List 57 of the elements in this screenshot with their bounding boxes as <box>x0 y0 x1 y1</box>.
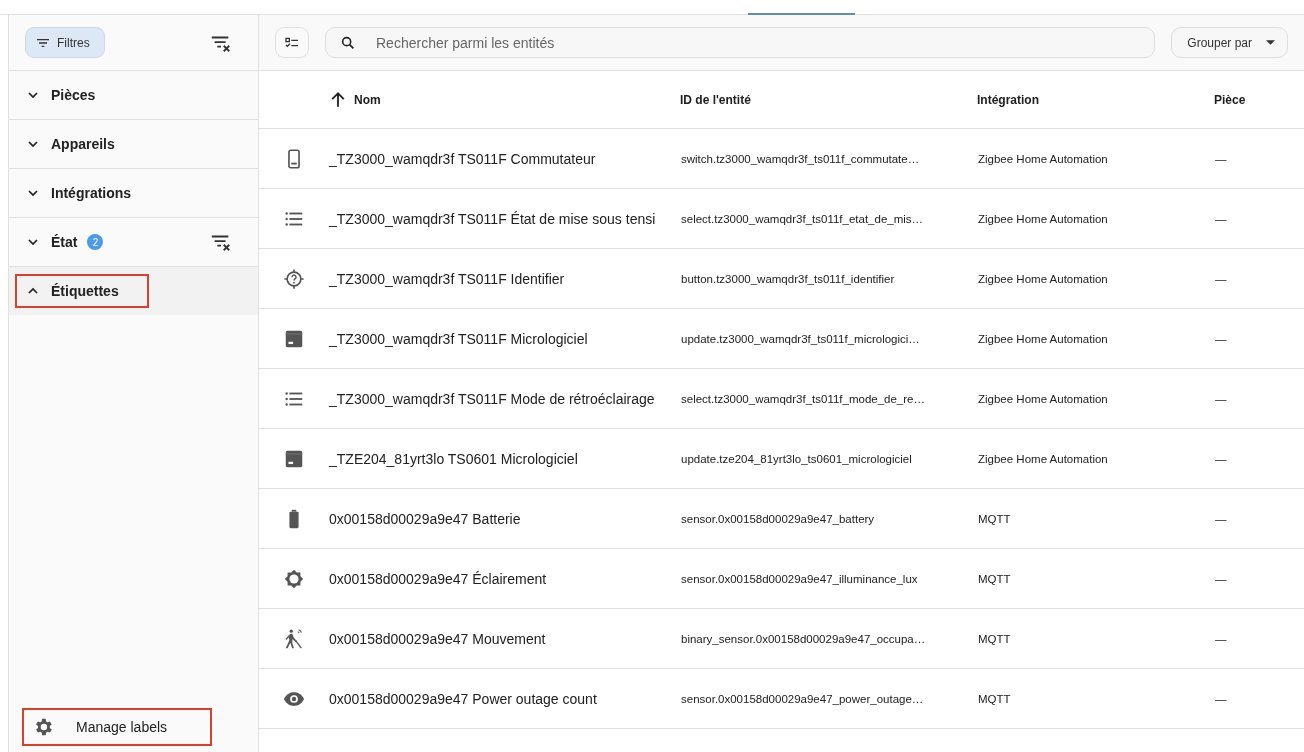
filters-button[interactable]: Filtres <box>25 27 105 58</box>
filter-section-header[interactable]: Intégrations <box>15 176 144 210</box>
column-header[interactable]: Intégration <box>977 92 1214 107</box>
area-value: — <box>1215 692 1228 705</box>
search-icon <box>340 35 356 51</box>
entity-id: button.tz3000_wamqdr3f_ts011f_identifier <box>681 272 896 285</box>
entity-id: sensor.0x00158d00029a9e47_battery <box>681 512 876 525</box>
entity-name[interactable]: _TZ3000_wamqdr3f TS011F Commutateur <box>329 150 681 167</box>
area-value: — <box>1215 512 1228 525</box>
entity-id: select.tz3000_wamqdr3f_ts011f_mode_de_re… <box>681 392 926 405</box>
area-value: — <box>1215 392 1228 405</box>
integration-name: MQTT <box>978 692 1012 705</box>
integration-name: Zigbee Home Automation <box>978 452 1109 465</box>
caret-icon <box>1266 40 1275 45</box>
column-header[interactable]: Nom <box>328 89 680 110</box>
integration-name: Zigbee Home Automation <box>978 272 1109 285</box>
filter-section-header[interactable]: Pièces <box>15 78 108 112</box>
entity-name[interactable]: _TZ3000_wamqdr3f TS011F Mode de rétroéclairage <box>329 390 681 407</box>
integration-name: Zigbee Home Automation <box>978 152 1109 165</box>
area-value: — <box>1215 452 1228 465</box>
count-badge: 2 <box>87 234 104 250</box>
entity-name[interactable]: _TZ3000_wamqdr3f TS011F État de mise sous tensi <box>329 210 681 227</box>
filter-section-header[interactable]: Étiquettes <box>15 274 149 308</box>
entity-id: update.tz3000_wamqdr3f_ts011f_micrologici… <box>681 332 921 345</box>
integration-name: MQTT <box>978 572 1012 585</box>
integration-name: Zigbee Home Automation <box>978 332 1109 345</box>
entity-name[interactable]: _TZ3000_wamqdr3f TS011F Identifier <box>329 270 681 287</box>
entity-id: select.tz3000_wamqdr3f_ts011f_etat_de_mis… <box>681 212 925 225</box>
entity-id: update.tze204_81yrt3lo_ts0601_micrologiciel <box>681 452 913 465</box>
integration-name: Zigbee Home Automation <box>978 392 1109 405</box>
area-value: — <box>1215 332 1228 345</box>
entity-name[interactable]: 0x00158d00029a9e47 Mouvement <box>329 630 681 647</box>
column-header[interactable]: ID de l'entité <box>680 92 977 107</box>
filter-section-header[interactable]: Appareils <box>15 127 127 161</box>
area-value: — <box>1215 632 1228 645</box>
entity-name[interactable]: 0x00158d00029a9e47 Power outage count <box>329 690 681 707</box>
selection-mode-button[interactable] <box>275 27 309 58</box>
area-value: — <box>1215 212 1228 225</box>
column-header[interactable]: Pièce <box>1214 92 1304 107</box>
manage-labels-button[interactable]: Manage labels <box>22 708 212 746</box>
integration-name: MQTT <box>978 632 1012 645</box>
area-value: — <box>1215 272 1228 285</box>
filter-section-header[interactable]: État 2 <box>15 225 116 259</box>
area-value: — <box>1215 152 1228 165</box>
entity-name[interactable]: _TZE204_81yrt3lo TS0601 Micrologiciel <box>329 450 681 467</box>
group-by-dropdown[interactable]: Grouper par <box>1171 27 1288 58</box>
entity-name[interactable]: _TZ3000_wamqdr3f TS011F Micrologiciel <box>329 330 681 347</box>
entity-id: switch.tz3000_wamqdr3f_ts011f_commutate… <box>681 152 921 165</box>
entity-id: binary_sensor.0x00158d00029a9e47_occupa… <box>681 632 927 645</box>
area-value: — <box>1215 572 1228 585</box>
integration-name: MQTT <box>978 512 1012 525</box>
entity-id: sensor.0x00158d00029a9e47_power_outage… <box>681 692 925 705</box>
search-field[interactable]: Rechercher parmi les entités <box>325 27 1156 58</box>
entity-name[interactable]: 0x00158d00029a9e47 Batterie <box>329 510 681 527</box>
entity-name[interactable]: 0x00158d00029a9e47 Éclairement <box>329 570 681 587</box>
entity-id: sensor.0x00158d00029a9e47_illuminance_lux <box>681 572 919 585</box>
integration-name: Zigbee Home Automation <box>978 212 1109 225</box>
